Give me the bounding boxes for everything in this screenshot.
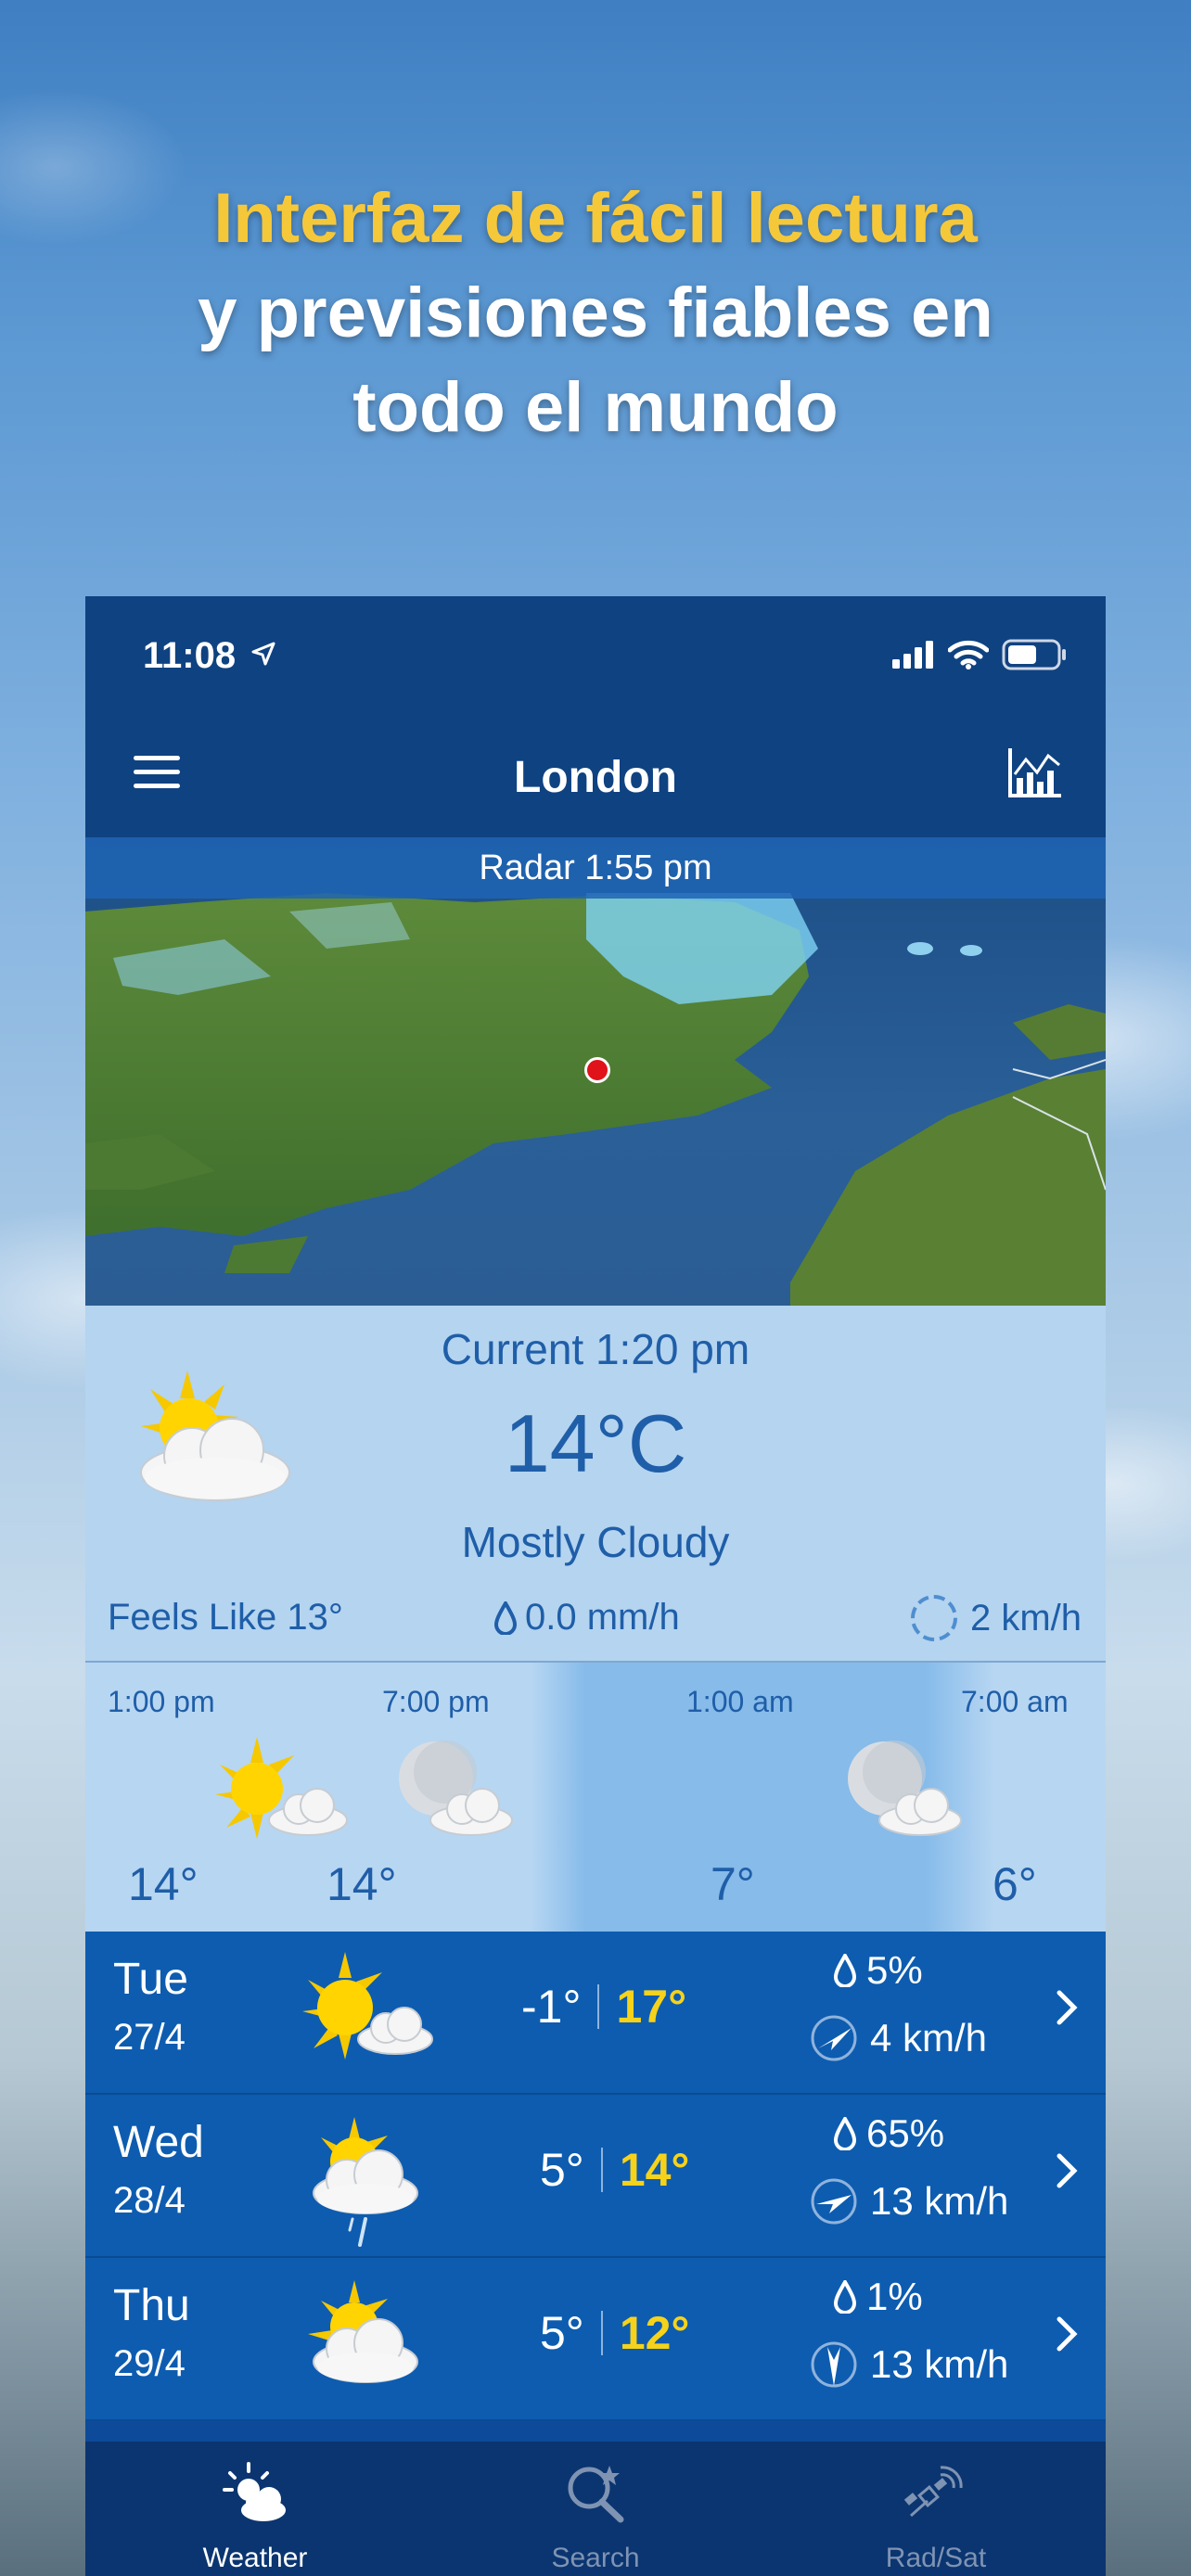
hour-item: 7:00 pm 14° [325, 1663, 557, 1932]
radar-timestamp: Radar 1:55 pm [85, 837, 1106, 899]
precipitation-value: 0.0 mm/h [525, 1597, 680, 1638]
tab-weather[interactable]: Weather [85, 2442, 425, 2576]
daily-row[interactable]: Wed 28/4 5° 14° 65% 13 km/h [85, 2095, 1106, 2258]
tab-label: Weather [202, 2543, 308, 2573]
hour-item: 7:00 am 6° [874, 1663, 1106, 1932]
tab-bar: Weather Search Rad/Sat [85, 2442, 1106, 2576]
current-condition: Mostly Cloudy [461, 1518, 730, 1566]
day-temps: 5° 14° [540, 2143, 689, 2197]
raindrop-icon [833, 2117, 857, 2150]
hour-temp: 14° [327, 1858, 397, 1910]
current-title: Current 1:20 pm [441, 1325, 750, 1373]
moon-cloud-icon [399, 1741, 513, 1836]
hour-temp: 7° [711, 1858, 755, 1910]
current-temperature: 14°C [504, 1397, 687, 1489]
day-low: 5° [540, 2307, 584, 2359]
raindrop-icon [833, 2280, 857, 2314]
chart-icon[interactable] [1007, 746, 1063, 798]
weather-tab-icon [223, 2462, 286, 2521]
promo-line-2: y previsiones fiables en [198, 274, 993, 352]
battery-icon [1002, 639, 1066, 670]
promo-line-1: Interfaz de fácil lectura [213, 179, 978, 258]
day-precip: 65% [833, 2111, 944, 2156]
wind-direction-icon [811, 2341, 857, 2388]
day-precip-value: 5% [866, 1948, 923, 1992]
tab-label: Search [551, 2543, 640, 2573]
day-precip-value: 65% [866, 2111, 945, 2155]
day-wind-value: 13 km/h [870, 2342, 1009, 2386]
sun-cloud-rain-icon [313, 2117, 418, 2247]
status-time: 11:08 [143, 635, 237, 676]
day-date: 28/4 [113, 2180, 186, 2221]
cellular-signal-icon [892, 641, 933, 669]
search-icon [568, 2466, 624, 2523]
day-precip-value: 1% [866, 2275, 923, 2318]
promo-line-3: todo el mundo [352, 368, 839, 447]
day-date: 27/4 [113, 2017, 186, 2058]
day-high: 17° [616, 1981, 687, 2033]
raindrop-icon [493, 1600, 518, 1635]
wifi-icon [948, 640, 989, 670]
day-wind: 13 km/h [809, 2176, 1008, 2226]
tab-search[interactable]: Search [426, 2442, 765, 2576]
wind-calm-icon [910, 1595, 957, 1641]
wind: 2 km/h [909, 1593, 1082, 1643]
wind-direction-icon [811, 2178, 857, 2225]
sun-behind-cloud-icon [308, 2280, 418, 2383]
location-pin-icon [584, 1057, 610, 1083]
hour-temp: 14° [128, 1858, 198, 1910]
page-title: London [514, 753, 677, 802]
nav-bar: London [85, 708, 1106, 837]
sun-cloud-icon [302, 1952, 433, 2060]
location-arrow-icon [251, 642, 275, 666]
hour-temp: 6° [992, 1858, 1037, 1910]
day-date: 29/4 [113, 2343, 186, 2384]
tab-radsat[interactable]: Rad/Sat [766, 2442, 1106, 2576]
day-wind-value: 13 km/h [870, 2179, 1009, 2223]
wind-direction-icon [811, 2015, 857, 2061]
day-name: Wed [113, 2118, 204, 2167]
daily-forecast: Tue 27/4 -1° 17° 5% 4 km/h Wed 28/4 5° 1… [85, 1932, 1106, 2421]
day-low: 5° [540, 2144, 584, 2196]
current-details: Feels Like 13° 0.0 mm/h 2 km/h [85, 1591, 1106, 1647]
satellite-icon [903, 2466, 963, 2518]
hourly-forecast[interactable]: 1:00 pm 14° 7:00 pm 14° 1:00 am 7° 7:00 … [85, 1663, 1106, 1932]
status-bar: 11:08 [85, 596, 1106, 708]
feels-like: Feels Like 13° [108, 1597, 343, 1638]
precipitation: 0.0 mm/h [493, 1597, 680, 1639]
hour-item: 1:00 pm 14° [85, 1663, 348, 1932]
radar-map[interactable]: Radar 1:55 pm [85, 837, 1106, 1306]
app-screen: 11:08 London Radar 1:55 pm Current 1:20 … [85, 596, 1106, 2576]
hour-item: 1:00 am 7° [623, 1663, 962, 1932]
daily-row[interactable]: Tue 27/4 -1° 17° 5% 4 km/h [85, 1932, 1106, 2095]
day-wind-value: 4 km/h [870, 2016, 988, 2060]
hour-time: 7:00 am [961, 1685, 1069, 1718]
day-precip: 1% [833, 2275, 923, 2319]
day-wind: 4 km/h [809, 2013, 987, 2063]
day-name: Tue [113, 1955, 188, 2004]
day-temps: 5° 12° [540, 2306, 689, 2360]
day-high: 14° [619, 2144, 690, 2196]
hour-time: 7:00 pm [382, 1685, 490, 1718]
chevron-right-icon [1057, 2153, 1078, 2188]
tab-label: Rad/Sat [885, 2543, 987, 2573]
chevron-right-icon [1057, 2316, 1078, 2352]
day-precip: 5% [833, 1948, 923, 1993]
day-wind: 13 km/h [809, 2340, 1008, 2390]
daily-row[interactable]: Thu 29/4 5° 12° 1% 13 km/h [85, 2258, 1106, 2421]
hour-time: 1:00 am [686, 1685, 794, 1718]
chevron-right-icon [1057, 1990, 1078, 2025]
current-conditions: Current 1:20 pm 14°C Mostly Cloudy Feels… [85, 1306, 1106, 1661]
wind-value: 2 km/h [969, 1597, 1082, 1639]
promo-headline: Interfaz de fácil lectura y previsiones … [0, 172, 1191, 455]
status-icons [892, 639, 1067, 670]
raindrop-icon [833, 1954, 857, 1987]
day-name: Thu [113, 2281, 190, 2330]
day-high: 12° [619, 2307, 690, 2359]
hour-time: 1:00 pm [108, 1685, 215, 1718]
day-temps: -1° 17° [521, 1980, 686, 2034]
day-low: -1° [521, 1981, 582, 2033]
